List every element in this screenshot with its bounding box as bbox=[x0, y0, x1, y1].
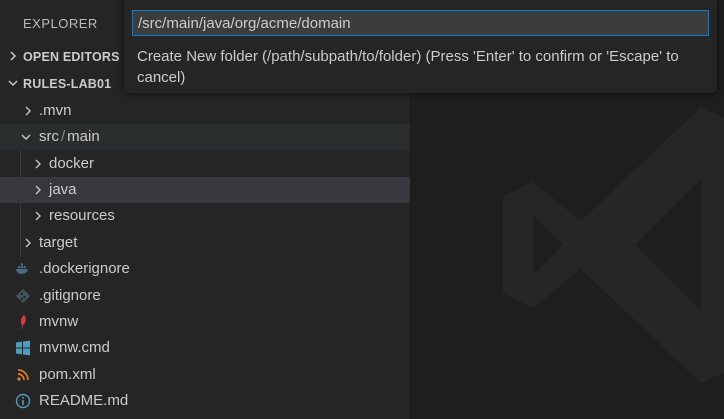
tree-item-label: docker bbox=[49, 155, 95, 172]
path-segment: src bbox=[39, 128, 59, 145]
tree-item-mvnw-cmd[interactable]: mvnw.cmd bbox=[0, 335, 410, 361]
maven-feather-icon bbox=[20, 315, 26, 329]
vscode-watermark-icon bbox=[503, 107, 724, 383]
tree-item-label: java bbox=[49, 181, 77, 198]
tree-item-resources[interactable]: resources bbox=[0, 203, 410, 229]
docker-icon bbox=[16, 263, 28, 274]
tree-item-label: src / main bbox=[39, 128, 100, 145]
tree-item-label: .dockerignore bbox=[39, 260, 130, 277]
explorer-title: EXPLORER bbox=[23, 16, 98, 31]
chevron-right-icon bbox=[35, 185, 41, 195]
chevron-right-icon bbox=[25, 106, 31, 116]
quick-input-message: Create New folder (/path/subpath/to/fold… bbox=[137, 48, 679, 86]
section-label: OPEN EDITORS bbox=[23, 50, 120, 64]
info-icon bbox=[15, 393, 31, 409]
path-segment: main bbox=[67, 128, 100, 145]
tree-item-readme[interactable]: README.md bbox=[0, 388, 410, 414]
rss-xml-icon bbox=[17, 369, 29, 381]
path-separator: / bbox=[61, 128, 66, 145]
chevron-down-icon bbox=[21, 134, 31, 140]
tree-item-docker[interactable]: docker bbox=[0, 151, 410, 177]
tree-item-label: .mvn bbox=[39, 102, 72, 119]
tree-item-label: README.md bbox=[39, 392, 129, 409]
quick-input-widget: Create New folder (/path/subpath/to/fold… bbox=[124, 0, 717, 93]
tree-item-label: mvnw bbox=[39, 313, 79, 330]
git-icon bbox=[15, 288, 31, 304]
tree-item-pom[interactable]: pom.xml bbox=[0, 362, 410, 388]
chevron-down-icon bbox=[8, 80, 18, 87]
chevron-right-icon bbox=[35, 159, 41, 169]
tree-item-java[interactable]: java bbox=[0, 177, 410, 203]
tree-item-label: resources bbox=[49, 207, 115, 224]
tree-item-mvnw[interactable]: mvnw bbox=[0, 309, 410, 335]
chevron-right-icon bbox=[35, 211, 41, 221]
tree-item-dockerignore[interactable]: .dockerignore bbox=[0, 256, 410, 282]
tree-item-mvn[interactable]: .mvn bbox=[0, 98, 410, 124]
chevron-right-icon bbox=[25, 238, 31, 248]
tree-item-src-main[interactable]: src / main bbox=[0, 124, 410, 150]
tree-item-label: .gitignore bbox=[39, 287, 101, 304]
tree-item-target[interactable]: target bbox=[0, 230, 410, 256]
tree-item-label: target bbox=[39, 234, 78, 251]
section-label: RULES-LAB01 bbox=[23, 77, 112, 91]
tree-item-label: pom.xml bbox=[39, 366, 96, 383]
windows-icon bbox=[16, 340, 30, 356]
tree-item-gitignore[interactable]: .gitignore bbox=[0, 283, 410, 309]
folder-path-input[interactable] bbox=[132, 10, 709, 36]
chevron-right-icon bbox=[10, 51, 17, 61]
tree-item-label: mvnw.cmd bbox=[39, 339, 110, 356]
